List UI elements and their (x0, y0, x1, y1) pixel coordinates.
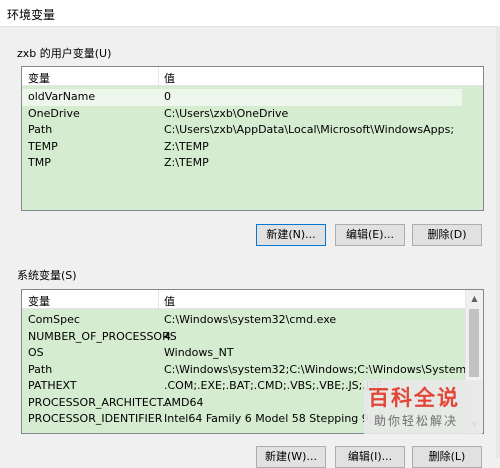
var-value: C:\Users\zxb\OneDrive (164, 106, 289, 120)
var-name: ComSpec (28, 313, 80, 326)
table-row[interactable]: Path C:\Users\zxb\AppData\Local\Microsof… (22, 122, 483, 139)
var-value: C:\Windows\system32;C:\Windows;C:\Window… (164, 362, 484, 376)
var-name: OS (28, 346, 44, 359)
var-name: TMP (28, 156, 51, 169)
user-delete-button[interactable]: 删除(D) (412, 224, 482, 246)
column-header-name[interactable]: 变量 (28, 70, 50, 86)
user-vars-list[interactable]: 变量 值 oldVarName 0 OneDrive C:\Users\zxb\… (21, 66, 484, 211)
table-row[interactable]: TMP Z:\TEMP (22, 155, 483, 172)
system-vars-group-label: 系统变量(S) (17, 269, 77, 282)
var-name: OneDrive (28, 106, 80, 120)
table-row[interactable]: ComSpec C:\Windows\system32\cmd.exe (22, 312, 466, 329)
var-value: C:\Users\zxb\AppData\Local\Microsoft\Win… (164, 123, 455, 136)
var-value: Windows_NT (164, 346, 234, 359)
var-name: NUMBER_OF_PROCESSORS (28, 329, 177, 343)
var-value: Z:\TEMP (164, 156, 209, 169)
var-value: Z:\TEMP (164, 139, 209, 153)
column-header-value[interactable]: 值 (164, 293, 175, 309)
user-edit-button[interactable]: 编辑(E)... (335, 224, 405, 246)
watermark-subtitle: 助你轻松解决 (374, 414, 459, 428)
var-name: PROCESSOR_IDENTIFIER (28, 412, 163, 425)
table-row[interactable]: TEMP Z:\TEMP (22, 139, 483, 156)
scrollbar-thumb[interactable] (469, 309, 479, 377)
var-value: Intel64 Family 6 Model 58 Stepping 9, G (164, 412, 385, 425)
window-title: 环境变量 (7, 8, 56, 22)
title-bar: 环境变量 (0, 0, 500, 27)
column-divider[interactable] (158, 290, 159, 308)
var-value: AMD64 (164, 395, 204, 409)
column-divider[interactable] (158, 67, 159, 85)
watermark-title: 百科全说 (368, 386, 460, 410)
system-edit-button[interactable]: 编辑(I)... (335, 446, 405, 468)
system-vars-header: 变量 值 (22, 290, 483, 309)
table-row[interactable]: OneDrive C:\Users\zxb\OneDrive (22, 106, 483, 123)
table-row[interactable]: OS Windows_NT (22, 345, 466, 362)
var-name: TEMP (28, 139, 58, 153)
table-row[interactable]: Path C:\Windows\system32;C:\Windows;C:\W… (22, 362, 483, 379)
var-name: PROCESSOR_ARCHITECT... (28, 395, 173, 409)
var-value: 4 (164, 329, 171, 343)
scroll-up-icon[interactable]: ▲ (466, 290, 483, 307)
var-value: .COM;.EXE;.BAT;.CMD;.VBS;.VBE;.JS;.JSE; (164, 379, 387, 392)
user-vars-header: 变量 值 (22, 67, 483, 86)
var-name: Path (28, 123, 53, 136)
var-name: PATHEXT (28, 379, 77, 392)
var-value: 0 (164, 90, 171, 103)
watermark-logo: 百科全说 助你轻松解决 (364, 380, 482, 434)
system-delete-button[interactable]: 删除(L) (412, 446, 482, 468)
window-edge (496, 26, 500, 458)
table-row[interactable]: NUMBER_OF_PROCESSORS 4 (22, 329, 466, 346)
table-row[interactable]: oldVarName 0 (22, 89, 462, 106)
system-new-button[interactable]: 新建(W)... (256, 446, 326, 468)
column-header-name[interactable]: 变量 (28, 293, 50, 309)
user-vars-group-label: zxb 的用户变量(U) (17, 47, 112, 60)
var-name: Path (28, 362, 53, 376)
column-header-value[interactable]: 值 (164, 70, 175, 86)
var-value: C:\Windows\system32\cmd.exe (164, 313, 337, 326)
user-new-button[interactable]: 新建(N)... (256, 224, 326, 246)
var-name: oldVarName (28, 90, 96, 103)
